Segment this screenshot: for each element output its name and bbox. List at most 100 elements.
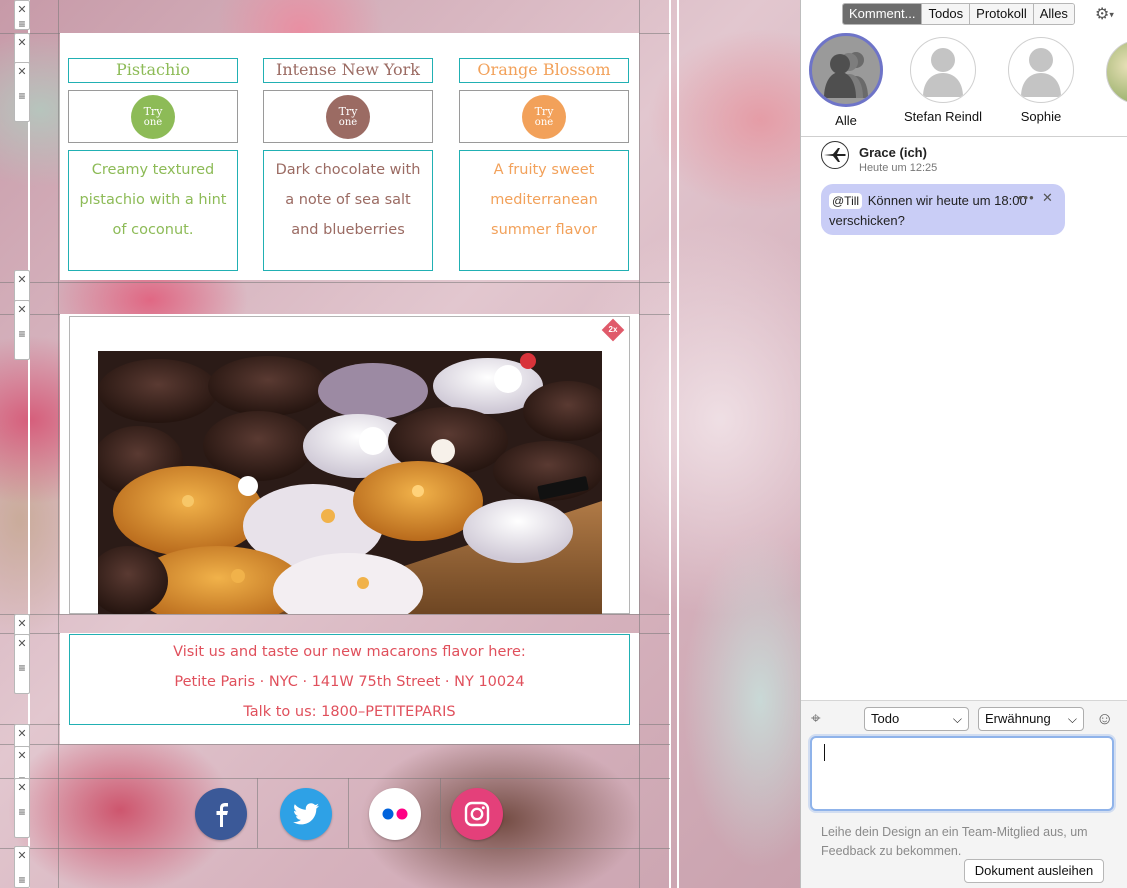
user-icon (1021, 48, 1061, 97)
flavor-title: Intense New York (276, 60, 420, 79)
guide-line (0, 778, 670, 779)
guide-line (58, 0, 59, 888)
divider (801, 136, 1127, 137)
close-icon[interactable]: ✕ (17, 637, 26, 651)
visit-line: Visit us and taste our new macarons flav… (173, 644, 526, 660)
row-handle[interactable]: ✕≡ (14, 846, 30, 888)
more-icon[interactable]: ••• (1018, 190, 1035, 205)
flavor-title-cell[interactable]: Pistachio (68, 58, 238, 83)
comment-author: Grace (ich) (859, 145, 927, 160)
tab-todos[interactable]: Todos (921, 4, 970, 24)
flavor-title: Pistachio (115, 60, 191, 79)
try-one-badge[interactable]: Try one (131, 94, 175, 139)
badge-line: Try (338, 104, 358, 118)
flickr-button[interactable] (369, 788, 421, 840)
row-handle[interactable]: ✕≡ (14, 0, 30, 31)
avatar (1008, 37, 1074, 103)
guide-line (257, 778, 258, 848)
chevron-down-icon: ⌵ (952, 712, 962, 726)
gear-icon[interactable]: ⚙▾ (1095, 4, 1114, 24)
drag-icon[interactable]: ≡ (18, 805, 25, 819)
close-icon[interactable]: ✕ (17, 781, 26, 795)
mention-tag[interactable]: @Till (829, 193, 863, 209)
twitter-button[interactable] (280, 788, 332, 840)
flavor-title-cell[interactable]: Orange Blossom (459, 58, 629, 83)
facebook-icon (216, 803, 228, 827)
flavor-desc-cell[interactable]: Dark chocolate with a note of sea salt a… (263, 150, 433, 271)
target-icon[interactable]: ⌖ (811, 709, 821, 729)
lend-document-button[interactable]: Dokument ausleihen (964, 859, 1104, 883)
drag-icon[interactable]: ≡ (18, 873, 25, 887)
person-filter-all[interactable]: Alle (801, 33, 891, 128)
emoji-icon[interactable]: ☺ (1096, 709, 1113, 729)
chevron-down-icon: ⌵ (1067, 712, 1077, 726)
guide-line (669, 0, 671, 888)
flavor-badge-cell[interactable]: Try one (263, 90, 433, 143)
close-icon[interactable]: ✕ (17, 849, 26, 863)
close-icon[interactable]: ✕ (17, 65, 26, 79)
close-icon[interactable]: ✕ (17, 303, 26, 317)
person-name: Alle (835, 113, 857, 128)
flavor-desc-cell[interactable]: A fruity sweet mediterranean summer flav… (459, 150, 629, 271)
close-icon[interactable]: ✕ (17, 273, 26, 287)
facebook-button[interactable] (195, 788, 247, 840)
close-icon[interactable]: ✕ (17, 727, 26, 741)
close-icon[interactable]: ✕ (17, 617, 26, 631)
avatar (809, 33, 883, 107)
drag-icon[interactable]: ≡ (18, 327, 25, 341)
author-suffix: (ich) (899, 145, 927, 160)
donut-image[interactable] (98, 351, 602, 614)
comment-avatar (821, 141, 849, 169)
visit-cell[interactable]: Visit us and taste our new macarons flav… (69, 634, 630, 725)
row-handle[interactable]: ✕≡ (14, 300, 30, 360)
guide-line (639, 0, 640, 888)
row-handle[interactable]: ✕≡ (14, 634, 30, 694)
person-name: Stefan Reindl (903, 109, 983, 124)
tab-all[interactable]: Alles (1032, 4, 1074, 24)
comment-input[interactable] (810, 736, 1114, 811)
row-handle[interactable]: ✕≡ (14, 778, 30, 838)
drag-icon[interactable]: ≡ (18, 89, 25, 103)
person-filter-partial[interactable] (1106, 40, 1127, 104)
guide-line (0, 848, 670, 849)
flavor-description: A fruity sweet mediterranean summer flav… (490, 162, 598, 238)
try-one-badge[interactable]: Try one (326, 94, 370, 139)
drag-icon[interactable]: ≡ (18, 661, 25, 675)
drag-icon[interactable]: ≡ (18, 17, 25, 31)
flavor-title-cell[interactable]: Intense New York (263, 58, 433, 83)
row-handle[interactable]: ✕≡ (14, 62, 30, 122)
instagram-button[interactable] (451, 788, 503, 840)
group-icon (824, 52, 868, 98)
user-icon (923, 48, 963, 97)
flavor-desc-cell[interactable]: Creamy textured pistachio with a hint of… (68, 150, 238, 271)
address-line: Petite Paris · NYC · 141W 75th Street · … (174, 674, 525, 690)
flavor-title: Orange Blossom (477, 60, 611, 79)
lend-hint: Leihe dein Design an ein Team-Mitglied a… (821, 825, 1088, 858)
person-filter[interactable]: Stefan Reindl (898, 37, 988, 124)
flavor-description: Dark chocolate with a note of sea salt a… (275, 162, 421, 238)
close-icon[interactable]: ✕ (1042, 190, 1053, 206)
guide-line (0, 744, 670, 745)
badge-line: one (338, 116, 358, 128)
guide-line (677, 0, 679, 888)
close-icon[interactable]: ✕ (17, 749, 26, 763)
type-select[interactable]: Todo ⌵ (864, 707, 969, 731)
author-name: Grace (859, 145, 896, 160)
guide-line (440, 778, 441, 848)
flavor-badge-cell[interactable]: Try one (68, 90, 238, 143)
close-icon[interactable]: ✕ (17, 3, 26, 17)
chevron-down-icon: ▾ (1109, 9, 1114, 20)
phone-line: Talk to us: 1800–PETITEPARIS (243, 704, 456, 720)
retina-badge-label: 2x (608, 325, 618, 334)
person-filter[interactable]: Sophie (996, 37, 1086, 124)
tab-protocol[interactable]: Protokoll (969, 4, 1033, 24)
close-icon[interactable]: ✕ (17, 36, 26, 50)
tab-comments[interactable]: Komment... (843, 4, 922, 24)
mention-select-value: Erwähnung (985, 711, 1051, 726)
flavor-badge-cell[interactable]: Try one (459, 90, 629, 143)
mention-select[interactable]: Erwähnung ⌵ (978, 707, 1084, 731)
badge-line: Try (143, 104, 163, 118)
donut-photo (98, 351, 602, 614)
badge-line: one (534, 116, 554, 128)
try-one-badge[interactable]: Try one (522, 94, 566, 139)
